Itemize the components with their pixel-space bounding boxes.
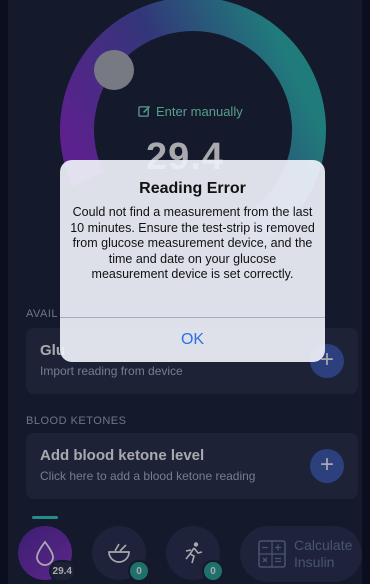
dialog-message: Could not find a measurement from the la… — [70, 205, 315, 281]
dialog-title: Reading Error — [139, 180, 246, 197]
reading-error-dialog: Reading Error Could not find a measureme… — [60, 160, 325, 362]
ok-button[interactable]: OK — [60, 318, 325, 362]
